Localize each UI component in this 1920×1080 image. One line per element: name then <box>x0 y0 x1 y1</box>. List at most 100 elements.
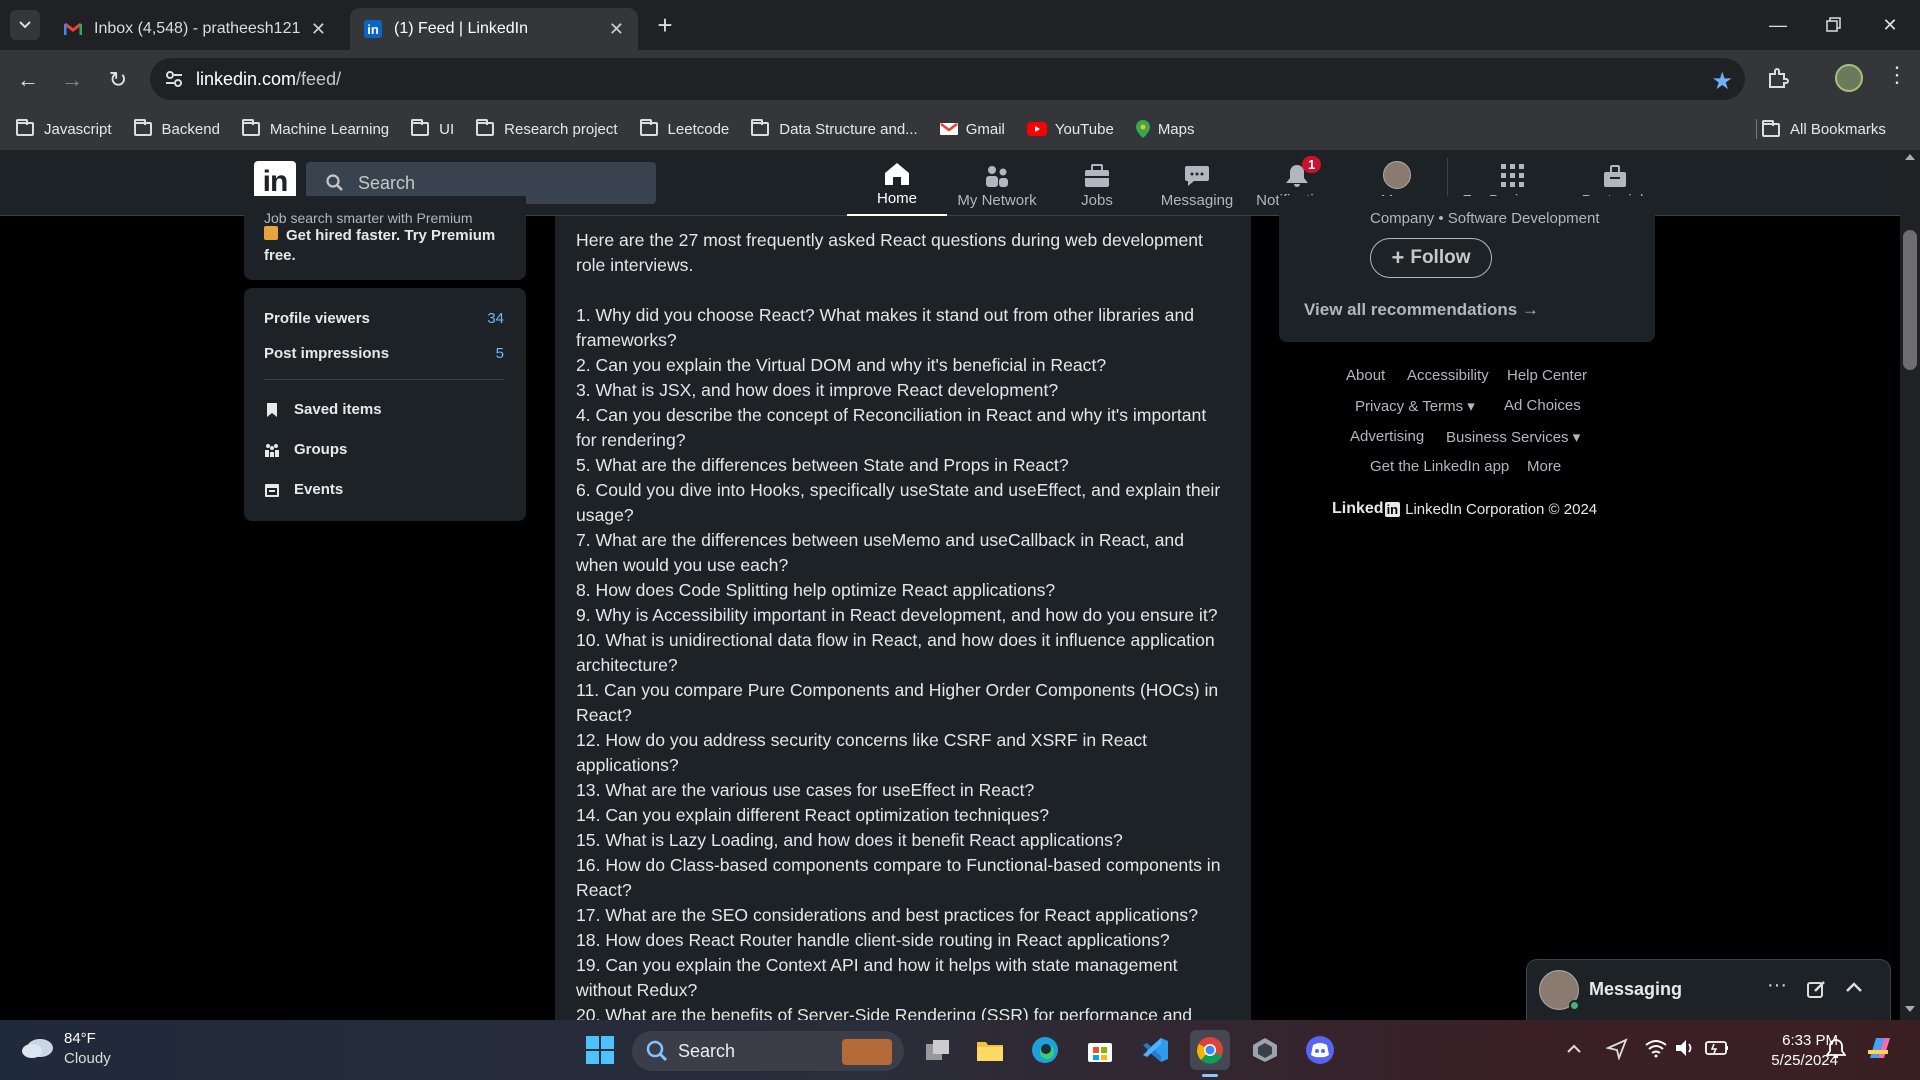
bookmark-machine-learning[interactable]: Machine Learning <box>241 119 389 138</box>
question-item: 17. What are the SEO considerations and … <box>576 905 1198 925</box>
footer-link-accessibility[interactable]: Accessibility <box>1407 367 1489 384</box>
compose-icon[interactable] <box>1807 979 1827 1004</box>
windows-start-icon[interactable] <box>580 1030 620 1070</box>
maps-icon <box>1135 120 1150 138</box>
bookmark-data-structure[interactable]: Data Structure and... <box>751 119 918 138</box>
search-placeholder: Search <box>358 172 416 193</box>
post-body: Here are the 27 most frequently asked Re… <box>576 228 1226 1020</box>
more-options-icon[interactable]: ··· <box>1767 974 1787 997</box>
all-bookmarks[interactable]: All Bookmarks <box>1762 119 1886 138</box>
tab-search-button[interactable] <box>10 10 40 40</box>
browser-tab-strip: Inbox (4,548) - pratheesh1218@ ✕ in (1) … <box>0 0 1920 50</box>
scrollbar-thumb[interactable] <box>1903 230 1917 370</box>
question-item: 6. Could you dive into Hooks, specifical… <box>576 480 1221 525</box>
bookmark-youtube[interactable]: YouTube <box>1026 121 1114 138</box>
question-item: 10. What is unidirectional data flow in … <box>576 630 1215 675</box>
forward-button[interactable]: → <box>56 64 88 96</box>
nav-jobs[interactable]: Jobs <box>1047 150 1147 216</box>
saved-items-link[interactable]: Saved items <box>264 401 382 418</box>
footer-link-more[interactable]: More <box>1527 458 1561 475</box>
footer-link-advertising[interactable]: Advertising <box>1350 428 1424 445</box>
clock-time[interactable]: 6:33 PM <box>1748 1032 1838 1049</box>
folder-icon <box>16 119 34 136</box>
bookmark-ui[interactable]: UI <box>411 119 454 138</box>
new-tab-button[interactable]: + <box>650 10 680 40</box>
copilot-icon[interactable] <box>1864 1034 1894 1069</box>
chevron-up-icon[interactable] <box>1566 1040 1582 1058</box>
volume-icon[interactable] <box>1674 1038 1696 1063</box>
folder-icon <box>411 119 430 136</box>
bookmark-maps[interactable]: Maps <box>1135 120 1195 138</box>
edge-icon[interactable] <box>1025 1030 1065 1070</box>
messaging-panel[interactable]: Messaging ··· <box>1527 960 1890 1020</box>
bookmark-leetcode[interactable]: Leetcode <box>639 119 729 138</box>
folder-icon <box>133 119 152 136</box>
location-icon[interactable] <box>1605 1038 1628 1065</box>
site-info-icon[interactable] <box>164 69 184 94</box>
footer-link-ad-choices[interactable]: Ad Choices <box>1504 397 1581 414</box>
extensions-icon[interactable] <box>1766 66 1790 95</box>
close-icon[interactable]: ✕ <box>609 19 624 40</box>
tab-linkedin[interactable]: in (1) Feed | LinkedIn ✕ <box>350 8 638 50</box>
weather-desc[interactable]: Cloudy <box>64 1050 111 1067</box>
linkedin-wordmark: Linked <box>1332 500 1384 517</box>
footer-link-about[interactable]: About <box>1346 367 1385 384</box>
discord-icon[interactable] <box>1300 1030 1340 1070</box>
footer-link-get-app[interactable]: Get the LinkedIn app <box>1370 458 1509 475</box>
weather-temp[interactable]: 84°F <box>64 1030 96 1047</box>
question-item: 19. Can you explain the Context API and … <box>576 955 1178 1000</box>
bookmark-javascript[interactable]: Javascript <box>16 119 112 138</box>
scroll-up-arrow[interactable] <box>1905 154 1915 160</box>
close-window-button[interactable]: ✕ <box>1870 10 1910 40</box>
file-explorer-icon[interactable] <box>970 1030 1010 1070</box>
linkedin-icon: in <box>364 20 382 38</box>
minimize-button[interactable]: — <box>1758 10 1798 40</box>
bookmark-gmail[interactable]: Gmail <box>939 121 1005 138</box>
events-link[interactable]: Events <box>264 481 343 498</box>
chevron-up-icon[interactable] <box>1845 980 1863 998</box>
task-view-icon[interactable] <box>918 1030 958 1070</box>
groups-link[interactable]: Groups <box>264 441 347 458</box>
scroll-down-arrow[interactable] <box>1905 1006 1915 1012</box>
bookmark-backend[interactable]: Backend <box>133 119 220 138</box>
taskbar-search[interactable]: Search <box>632 1031 904 1071</box>
restore-button[interactable] <box>1814 10 1854 40</box>
nav-messaging[interactable]: Messaging <box>1147 150 1247 216</box>
view-all-recommendations-link[interactable]: View all recommendations → <box>1304 300 1539 320</box>
nav-my-network[interactable]: My Network <box>947 150 1047 216</box>
wifi-icon[interactable] <box>1644 1038 1668 1063</box>
folder-icon <box>1762 119 1780 137</box>
question-item: 3. What is JSX, and how does it improve … <box>576 380 1059 400</box>
footer-link-help-center[interactable]: Help Center <box>1507 367 1587 384</box>
nav-home[interactable]: Home <box>847 150 947 216</box>
footer-link-privacy-terms[interactable]: Privacy & Terms ▾ <box>1355 397 1475 415</box>
battery-icon[interactable] <box>1704 1038 1730 1063</box>
tab-gmail[interactable]: Inbox (4,548) - pratheesh1218@ ✕ <box>50 8 340 50</box>
clock-date[interactable]: 5/25/2024 <box>1748 1052 1838 1069</box>
profile-viewers-row[interactable]: Profile viewers 34 <box>264 310 504 327</box>
question-item: 16. How do Class-based components compar… <box>576 855 1221 900</box>
windows-taskbar: 84°F Cloudy Search 6:33 PM 5/25/2024 <box>0 1020 1920 1080</box>
recommendation-card: Company • Software Development + Follow V… <box>1279 196 1655 342</box>
microsoft-store-icon[interactable] <box>1080 1030 1120 1070</box>
folder-icon <box>639 119 658 136</box>
groups-icon <box>265 443 279 457</box>
bookmark-star-icon[interactable]: ★ <box>1711 67 1733 96</box>
menu-dots-icon[interactable]: ⋮ <box>1886 62 1908 88</box>
premium-card: Job search smarter with Premium Get hire… <box>244 196 526 280</box>
vscode-icon[interactable] <box>1135 1030 1175 1070</box>
close-icon[interactable]: ✕ <box>311 19 326 40</box>
chrome-icon[interactable] <box>1190 1030 1230 1070</box>
address-bar[interactable]: linkedin.com/feed/ ★ <box>150 58 1745 100</box>
app-icon[interactable] <box>1245 1030 1285 1070</box>
follow-button[interactable]: + Follow <box>1370 238 1492 278</box>
post-impressions-row[interactable]: Post impressions 5 <box>264 345 504 362</box>
back-button[interactable]: ← <box>12 64 44 96</box>
youtube-icon <box>1026 122 1047 136</box>
notification-bell-icon[interactable] <box>1825 1038 1847 1065</box>
footer-link-business-services[interactable]: Business Services ▾ <box>1446 428 1580 446</box>
reload-button[interactable]: ↻ <box>102 64 134 96</box>
profile-avatar[interactable] <box>1835 64 1863 92</box>
premium-link[interactable]: Get hired faster. Try Premium free. <box>264 226 504 266</box>
bookmark-research-project[interactable]: Research project <box>476 119 618 138</box>
